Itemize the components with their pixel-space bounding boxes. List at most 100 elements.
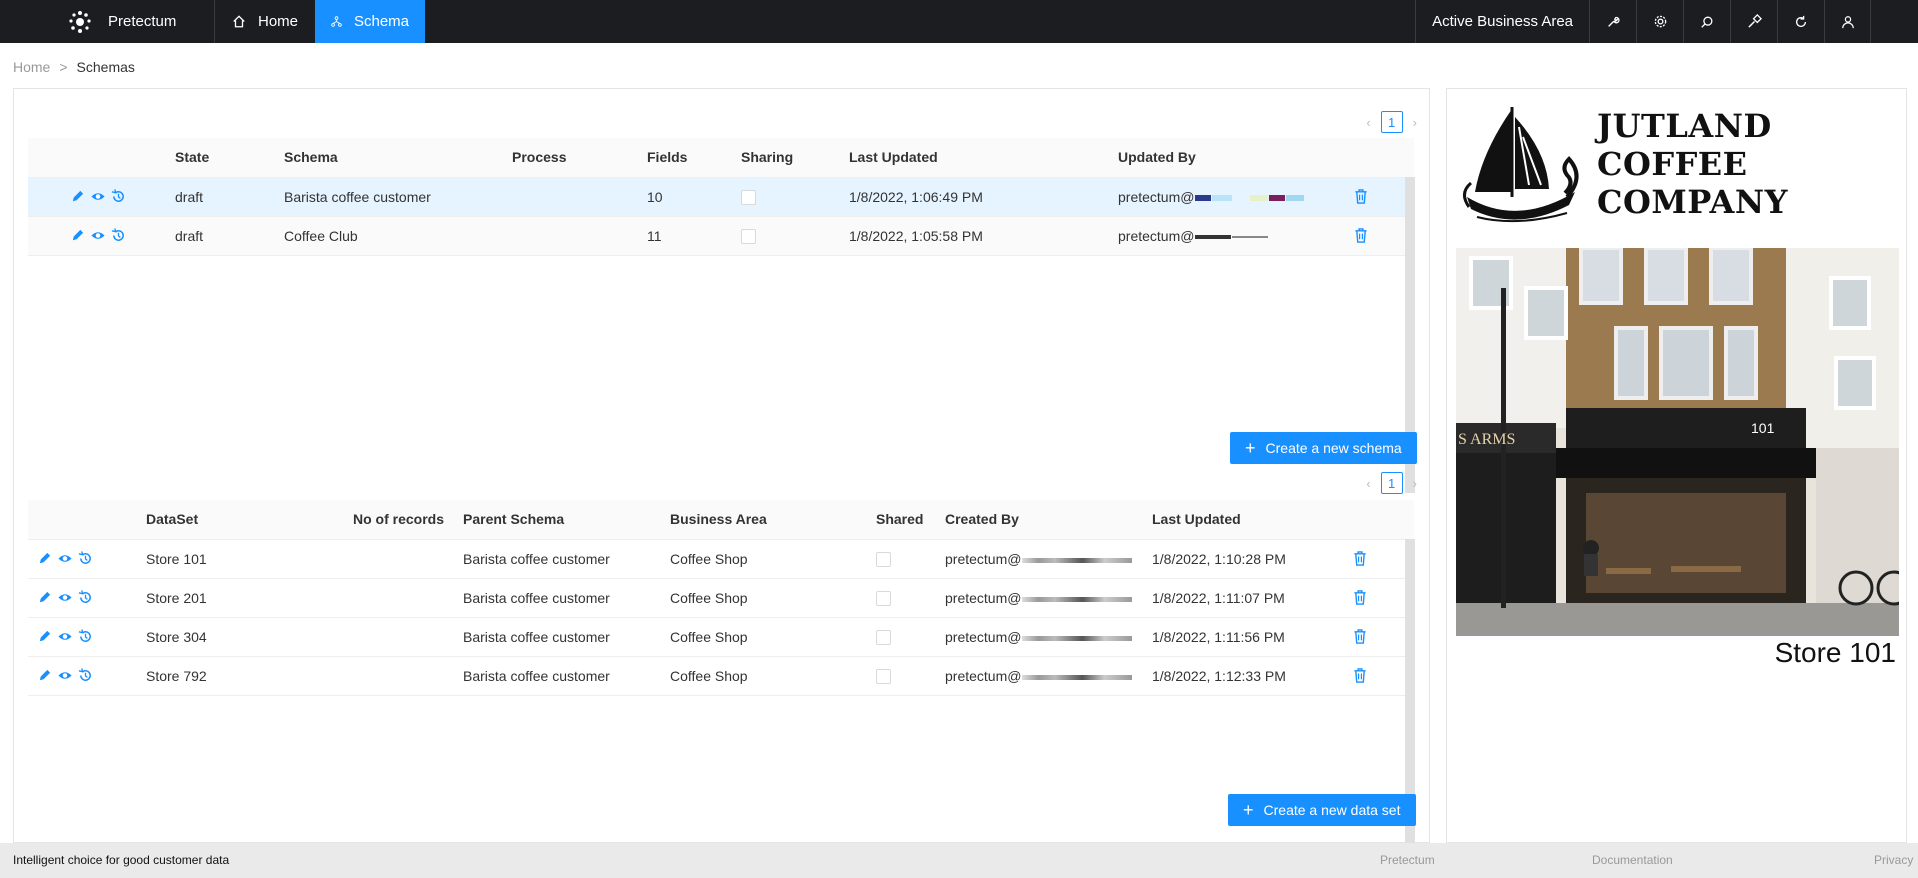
datasets-table-header: DataSet No of records Parent Schema Busi…: [28, 500, 1414, 540]
create-schema-button[interactable]: + Create a new schema: [1230, 432, 1417, 464]
prev-page-icon[interactable]: ‹: [1366, 476, 1370, 491]
redacted-block: [1022, 557, 1133, 563]
edit-icon[interactable]: [37, 590, 52, 605]
history-icon[interactable]: [111, 189, 126, 204]
created-by-text: pretectum@: [945, 629, 1022, 645]
company-name-line: COMPANY: [1597, 183, 1788, 221]
view-icon[interactable]: [57, 629, 73, 644]
table-row[interactable]: Store 201 Barista coffee customer Coffee…: [28, 579, 1414, 618]
breadcrumb-home[interactable]: Home: [13, 59, 50, 75]
next-page-icon[interactable]: ›: [1413, 476, 1417, 491]
search-button[interactable]: [1683, 0, 1730, 43]
col-state[interactable]: State: [175, 149, 209, 165]
delete-icon[interactable]: [1353, 668, 1367, 683]
view-icon[interactable]: [57, 590, 73, 605]
nav-home[interactable]: Home: [216, 0, 314, 43]
sharing-checkbox[interactable]: [741, 190, 756, 205]
table-row[interactable]: Store 101 Barista coffee customer Coffee…: [28, 540, 1414, 579]
tools-button[interactable]: [1730, 0, 1777, 43]
edit-icon[interactable]: [37, 551, 52, 566]
col-fields[interactable]: Fields: [647, 149, 687, 165]
col-last-updated[interactable]: Last Updated: [849, 149, 938, 165]
edit-icon[interactable]: [70, 189, 85, 204]
create-schema-label: Create a new schema: [1265, 440, 1402, 456]
page-number[interactable]: 1: [1380, 111, 1403, 133]
col-process[interactable]: Process: [512, 149, 566, 165]
delete-icon[interactable]: [1354, 189, 1368, 204]
shared-checkbox[interactable]: [876, 552, 891, 567]
col-shared[interactable]: Shared: [876, 511, 923, 527]
redacted-block: [1250, 195, 1269, 202]
footer-link-documentation[interactable]: Documentation: [1592, 853, 1673, 867]
cell-business-area: Coffee Shop: [670, 551, 748, 567]
shared-checkbox[interactable]: [876, 630, 891, 645]
col-created-by[interactable]: Created By: [945, 511, 1019, 527]
next-page-icon[interactable]: ›: [1413, 115, 1417, 130]
company-name-line: JUTLAND: [1597, 107, 1772, 145]
history-icon[interactable]: [78, 668, 93, 683]
store-sign-text: S ARMS: [1458, 431, 1515, 448]
table-row[interactable]: draft Barista coffee customer 10 1/8/202…: [28, 178, 1414, 217]
delete-icon[interactable]: [1353, 590, 1367, 605]
cell-schema: Coffee Club: [284, 228, 358, 244]
top-right-toolbar: Active Business Area: [1415, 0, 1871, 43]
active-business-area[interactable]: Active Business Area: [1415, 0, 1589, 43]
datasets-pagination: ‹ 1 ›: [1366, 472, 1417, 494]
col-last-updated[interactable]: Last Updated: [1152, 511, 1241, 527]
schemas-pagination: ‹ 1 ›: [1366, 111, 1417, 133]
footer-link-privacy[interactable]: Privacy: [1874, 853, 1913, 867]
redacted-block: [1022, 674, 1133, 680]
updated-by-text: pretectum@: [1118, 189, 1195, 205]
col-updated-by[interactable]: Updated By: [1118, 149, 1196, 165]
cell-updated-by: pretectum@: [1118, 189, 1305, 205]
col-dataset[interactable]: DataSet: [146, 511, 198, 527]
history-icon[interactable]: [78, 551, 93, 566]
cell-last-updated: 1/8/2022, 1:05:58 PM: [849, 228, 983, 244]
history-icon[interactable]: [78, 629, 93, 644]
row-actions: [37, 551, 93, 566]
brand[interactable]: Pretectum: [50, 0, 215, 43]
view-icon[interactable]: [57, 551, 73, 566]
sharing-checkbox[interactable]: [741, 229, 756, 244]
create-dataset-button[interactable]: + Create a new data set: [1228, 794, 1416, 826]
cell-business-area: Coffee Shop: [670, 629, 748, 645]
store-photo: S ARMS 101: [1456, 248, 1899, 636]
col-parent-schema[interactable]: Parent Schema: [463, 511, 564, 527]
col-sharing[interactable]: Sharing: [741, 149, 793, 165]
footer-link-pretectum[interactable]: Pretectum: [1380, 853, 1435, 867]
cell-dataset: Store 304: [146, 629, 207, 645]
view-icon[interactable]: [57, 668, 73, 683]
redacted-block: [1022, 596, 1133, 602]
delete-icon[interactable]: [1354, 228, 1368, 243]
shared-checkbox[interactable]: [876, 591, 891, 606]
page-number[interactable]: 1: [1380, 472, 1403, 494]
shared-checkbox[interactable]: [876, 669, 891, 684]
nav-schema[interactable]: Schema: [315, 0, 425, 43]
table-row[interactable]: Store 304 Barista coffee customer Coffee…: [28, 618, 1414, 657]
history-icon[interactable]: [111, 228, 126, 243]
cell-state: draft: [175, 189, 204, 205]
edit-icon[interactable]: [70, 228, 85, 243]
col-business-area[interactable]: Business Area: [670, 511, 767, 527]
schema-icon: [331, 16, 342, 27]
delete-icon[interactable]: [1353, 629, 1367, 644]
view-icon[interactable]: [90, 228, 106, 243]
refresh-button[interactable]: [1777, 0, 1824, 43]
edit-icon[interactable]: [37, 668, 52, 683]
table-row[interactable]: Store 792 Barista coffee customer Coffee…: [28, 657, 1414, 696]
plus-icon: +: [1243, 800, 1254, 820]
company-name: JUTLAND COFFEE COMPANY: [1597, 107, 1788, 221]
history-icon[interactable]: [78, 590, 93, 605]
view-icon[interactable]: [90, 189, 106, 204]
table-row[interactable]: draft Coffee Club 11 1/8/2022, 1:05:58 P…: [28, 217, 1414, 256]
col-records[interactable]: No of records: [353, 511, 444, 527]
edit-icon[interactable]: [37, 629, 52, 644]
breadcrumb-current: Schemas: [76, 59, 135, 75]
prev-page-icon[interactable]: ‹: [1366, 115, 1370, 130]
delete-icon[interactable]: [1353, 551, 1367, 566]
settings-button[interactable]: [1636, 0, 1683, 43]
wrench-button[interactable]: [1589, 0, 1636, 43]
col-schema[interactable]: Schema: [284, 149, 338, 165]
user-button[interactable]: [1824, 0, 1871, 43]
home-icon: [233, 15, 245, 28]
